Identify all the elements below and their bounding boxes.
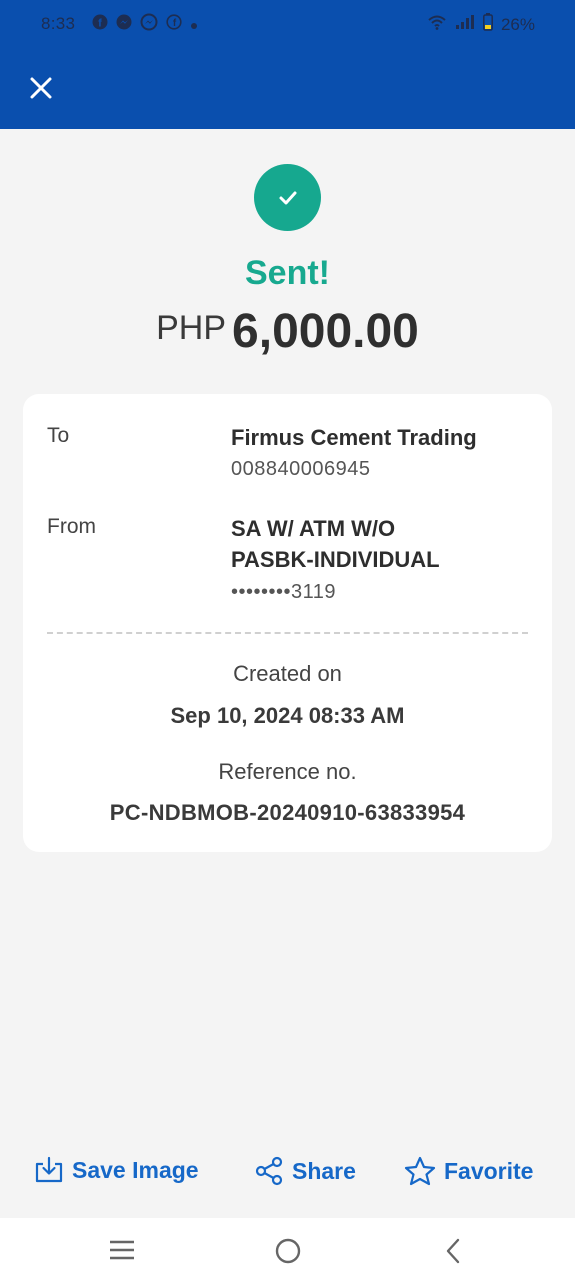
signal-icon [455, 14, 475, 35]
download-icon [35, 1156, 63, 1183]
status-bar: 8:33 f f 26% [0, 0, 575, 48]
recipient-name: Firmus Cement Trading [231, 425, 477, 450]
recipient-account: 008840006945 [231, 458, 371, 480]
created-on-label: Created on [233, 661, 342, 686]
favorite-label: Favorite [444, 1157, 534, 1184]
back-button[interactable] [442, 1237, 464, 1270]
amount-display: PHP 6,000.00 [0, 304, 575, 359]
star-icon [404, 1156, 436, 1186]
action-bar: Save Image Share Favorite [0, 1150, 575, 1198]
notification-icons: f f [92, 13, 198, 36]
save-image-button[interactable]: Save Image [34, 1156, 199, 1184]
sender-account-number: ••••••••3119 [231, 581, 337, 603]
system-navigation-bar [0, 1218, 575, 1280]
back-chevron-icon [446, 1238, 460, 1264]
transaction-details-card: To Firmus Cement Trading 008840006945 Fr… [23, 394, 552, 852]
home-circle-icon [275, 1238, 301, 1264]
share-button[interactable]: Share [254, 1156, 356, 1186]
save-image-label: Save Image [72, 1156, 199, 1183]
reference-number: PC-NDBMOB-20240910-63833954 [109, 800, 466, 825]
svg-text:f: f [98, 18, 102, 30]
app-header: 8:33 f f 26% [0, 0, 575, 129]
sender-account-name-line1: SA W/ ATM W/O [231, 516, 396, 541]
recent-apps-button[interactable] [108, 1238, 136, 1267]
amount-value: 6,000.00 [232, 305, 419, 358]
wifi-icon [427, 14, 447, 35]
menu-icon [110, 1240, 134, 1260]
dashed-divider [47, 632, 528, 634]
close-button[interactable] [26, 73, 56, 103]
success-check-badge [254, 164, 321, 231]
currency-code: PHP [156, 309, 227, 347]
created-on-value: Sep 10, 2024 08:33 AM [170, 703, 405, 728]
from-label: From [47, 515, 96, 538]
home-button[interactable] [274, 1237, 302, 1270]
sender-account-name-line2: PASBK-INDIVIDUAL [231, 547, 440, 572]
status-time: 8:33 [41, 14, 76, 33]
check-icon [279, 191, 296, 204]
facebook-outline-icon: f [166, 14, 182, 35]
battery-icon [483, 13, 493, 36]
to-label: To [47, 424, 70, 447]
dot-icon [190, 15, 198, 35]
close-icon [30, 77, 52, 99]
battery-percent: 26% [500, 14, 535, 34]
favorite-button[interactable]: Favorite [404, 1156, 533, 1186]
status-title: Sent! [245, 254, 330, 292]
messenger-outline-icon [140, 13, 158, 36]
status-right: 26% [427, 13, 535, 36]
svg-text:f: f [173, 18, 177, 29]
share-icon [255, 1156, 283, 1186]
reference-label: Reference no. [218, 759, 357, 784]
share-label: Share [292, 1157, 356, 1184]
messenger-icon [116, 14, 132, 35]
facebook-icon: f [92, 14, 108, 35]
